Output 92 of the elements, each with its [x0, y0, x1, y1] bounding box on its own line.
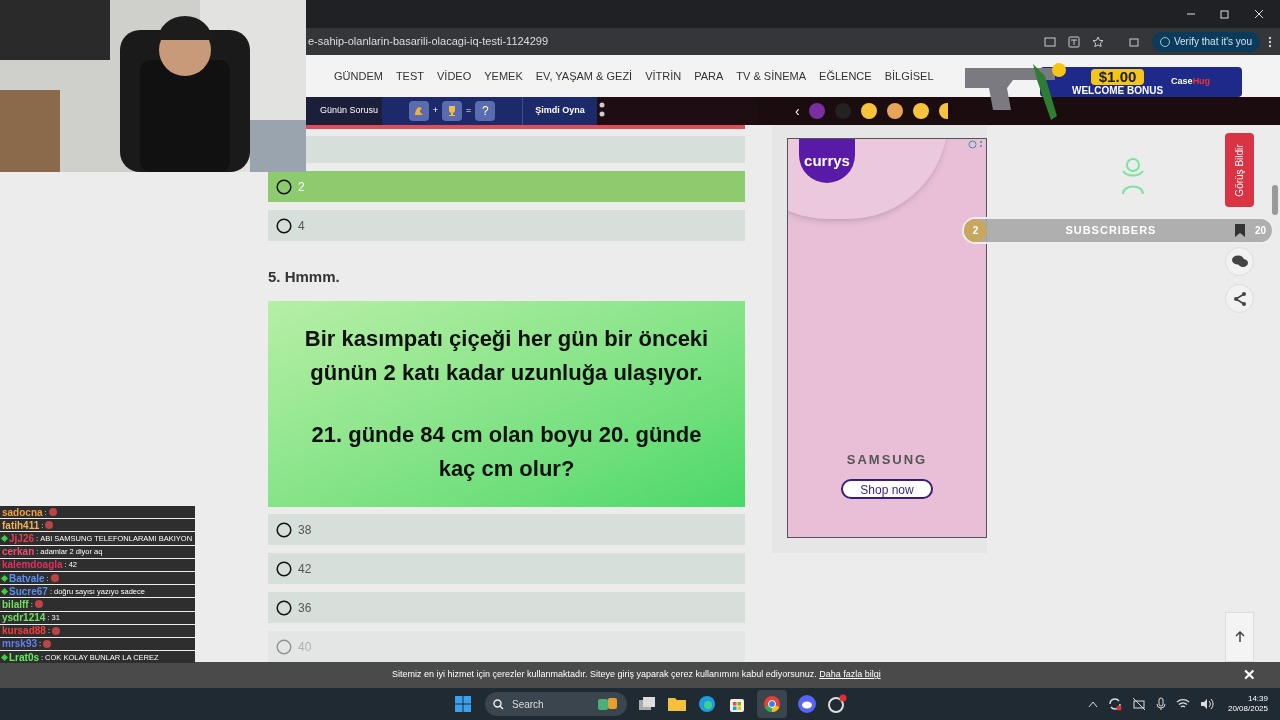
- chat-icon: [1231, 255, 1248, 268]
- close-button[interactable]: ✕: [1243, 663, 1256, 687]
- chat-username: Batvale: [9, 572, 45, 584]
- clock[interactable]: 14:39 20/08/2025: [1227, 694, 1268, 714]
- share-icon: [1232, 291, 1247, 306]
- star-icon[interactable]: [1091, 35, 1104, 48]
- question-text: Bir kasımpatı çiçeği her gün bir önceki günün 2 katı kadar uzunluğa ulaşıyor.: [303, 324, 710, 387]
- subscriber-count: 2: [964, 219, 987, 242]
- chat-username: fatih411: [2, 519, 40, 531]
- restore-icon[interactable]: [1220, 9, 1230, 19]
- arrow-up-icon: [1234, 631, 1245, 643]
- question-title: 5. Hmmm.: [268, 267, 341, 288]
- network-off-icon[interactable]: [1131, 697, 1146, 711]
- clock-date: 20/08/2025: [1227, 704, 1268, 714]
- feedback-label: Görüş Bildir: [1233, 143, 1246, 197]
- sync-icon[interactable]: [1107, 697, 1122, 711]
- answer-option[interactable]: 4: [268, 210, 745, 242]
- chrome-icon: [763, 695, 781, 713]
- nav-link[interactable]: VİTRİN: [645, 67, 682, 85]
- promo-amount: $1.00: [1090, 68, 1145, 85]
- cookie-notice: Sitemiz en iyi hizmet için çerezler kullanmaktadır. Siteye giriş yaparak çerez kullanımını kabul ediyorsunuz. Daha fazla bilgi: [392, 668, 882, 682]
- chat-username: sadocna: [2, 506, 43, 518]
- menu-icon[interactable]: [1268, 35, 1272, 48]
- emoji-row-icon[interactable]: [807, 102, 948, 120]
- nav-link[interactable]: TV & SİNEMA: [736, 67, 807, 85]
- chat-username: kursad88: [2, 625, 46, 637]
- radio-icon: [276, 521, 292, 538]
- more-info-link[interactable]: Daha fazla bilgi: [819, 669, 881, 680]
- search-field[interactable]: Search: [485, 692, 627, 716]
- verify-button[interactable]: Verify that it's you: [1151, 31, 1260, 52]
- microphone-icon[interactable]: [1155, 697, 1166, 711]
- subscriber-label: SUBSCRIBERS: [1064, 223, 1158, 239]
- nav-link[interactable]: TEST: [395, 67, 424, 85]
- emote-icon: [34, 600, 43, 609]
- chat-username: cerkan: [2, 546, 35, 558]
- speaker-icon[interactable]: [1199, 698, 1214, 710]
- shop-now-button[interactable]: Shop now: [841, 479, 933, 499]
- answer-option[interactable]: 38: [268, 514, 745, 545]
- feedback-tab[interactable]: Görüş Bildir: [1225, 133, 1254, 207]
- chat-username: JjJ26: [9, 532, 35, 544]
- translate-icon[interactable]: [1067, 35, 1080, 48]
- chevron-up-icon[interactable]: [1087, 700, 1098, 708]
- chat-username: kalemdoagla: [2, 559, 63, 571]
- nav-link[interactable]: YEMEK: [484, 67, 523, 85]
- equals-sign: =: [466, 104, 472, 118]
- previous-arrow[interactable]: ‹: [795, 100, 800, 122]
- share-button[interactable]: [1225, 284, 1254, 313]
- radio-icon: [276, 560, 292, 577]
- discord-icon[interactable]: [797, 694, 817, 714]
- chrome-taskbar-button[interactable]: [757, 690, 787, 718]
- nav-link[interactable]: EĞLENCE: [819, 67, 872, 85]
- nav-link[interactable]: PARA: [694, 67, 724, 85]
- question-text: 21. günde 84 cm olan boyu 20. günde kaç cm olur?: [310, 420, 703, 483]
- scroll-to-top-button[interactable]: [1225, 612, 1254, 662]
- cards-icon: [597, 697, 619, 711]
- promo-brand: CaseHug: [1171, 75, 1211, 89]
- wifi-icon[interactable]: [1175, 698, 1190, 710]
- comment-button[interactable]: [1225, 247, 1254, 276]
- chat-username: Lrat0s: [9, 651, 39, 663]
- chat-username: mrsk93: [2, 638, 38, 650]
- radio-icon: [276, 599, 292, 616]
- question-of-day-link[interactable]: Günün Sorusu: [320, 104, 379, 118]
- nav-link[interactable]: GÜNDEM: [334, 67, 383, 85]
- mascot-icon: [1120, 157, 1146, 195]
- search-icon: [493, 698, 504, 710]
- nav-link[interactable]: BİLGİSEL: [884, 67, 934, 85]
- promo-banner[interactable]: $1.00 WELCOME BONUS CaseHug: [1040, 67, 1242, 97]
- scrollbar-thumb[interactable]: [1272, 185, 1278, 215]
- nav-link[interactable]: EV, YAŞAM & GEZİ: [535, 67, 633, 85]
- plus-sign: +: [432, 104, 438, 118]
- ad-brand: SAMSUNG: [846, 451, 928, 469]
- question-tile: ?: [475, 101, 496, 121]
- edge-icon[interactable]: [697, 694, 717, 714]
- recorder-icon[interactable]: [827, 694, 847, 714]
- start-icon[interactable]: [455, 696, 471, 712]
- chat-username: ysdr1214: [2, 612, 46, 624]
- radio-icon: [276, 638, 292, 655]
- promo-text: WELCOME BONUS: [1072, 84, 1164, 96]
- answer-option[interactable]: 42: [268, 553, 745, 584]
- chat-username: bilalff: [2, 598, 29, 610]
- radio-icon: [276, 178, 292, 195]
- profile-icon: [1159, 36, 1170, 47]
- emote-icon: [50, 574, 59, 583]
- nav-link[interactable]: VİDEO: [437, 67, 472, 85]
- close-icon[interactable]: [1254, 9, 1264, 19]
- subscriber-goal: 20: [1254, 224, 1267, 238]
- clock-time: 14:39: [1247, 694, 1268, 704]
- answer-option[interactable]: 36: [268, 592, 745, 623]
- address-bar-url[interactable]: e-sahip-olanlarin-basarili-olacagi-iq-testi-1124299: [308, 33, 1044, 50]
- chat-username: Sucre67: [9, 585, 48, 597]
- bookmark-icon[interactable]: [1234, 224, 1245, 237]
- radio-icon: [276, 217, 292, 234]
